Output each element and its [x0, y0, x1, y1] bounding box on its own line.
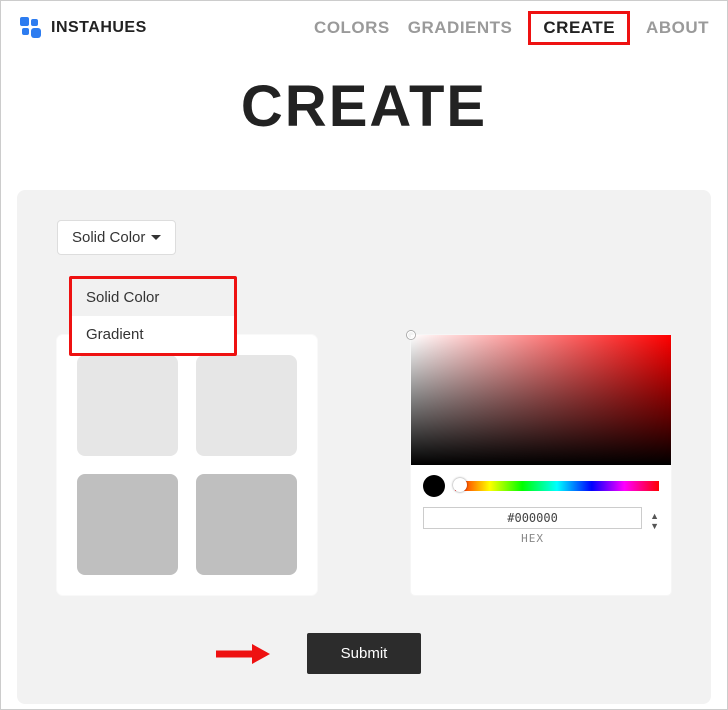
- saturation-value-area[interactable]: [411, 335, 671, 465]
- submit-button[interactable]: Submit: [307, 633, 422, 674]
- palette-grid: [77, 355, 297, 575]
- palette-swatch-1[interactable]: [77, 355, 178, 456]
- palette-swatch-4[interactable]: [196, 474, 297, 575]
- palette-preview-card: [57, 335, 317, 595]
- dropdown-option-solid-color[interactable]: Solid Color: [72, 279, 234, 316]
- palette-swatch-2[interactable]: [196, 355, 297, 456]
- brand-name: INSTAHUES: [51, 19, 147, 37]
- color-type-dropdown[interactable]: Solid Color: [57, 220, 176, 255]
- nav-link-colors[interactable]: COLORS: [314, 18, 390, 38]
- submit-row: Submit: [57, 633, 671, 674]
- nav-link-gradients[interactable]: GRADIENTS: [408, 18, 513, 38]
- color-type-dropdown-menu: Solid Color Gradient: [69, 276, 237, 356]
- hex-format-label: HEX: [423, 532, 642, 545]
- brand-logo-icon: [19, 16, 43, 40]
- page-title: CREATE: [1, 73, 727, 140]
- palette-swatch-3[interactable]: [77, 474, 178, 575]
- brand-logo[interactable]: INSTAHUES: [19, 16, 147, 40]
- nav-link-about[interactable]: ABOUT: [646, 18, 709, 38]
- stepper-up-icon[interactable]: ▲: [650, 512, 659, 521]
- dropdown-option-gradient[interactable]: Gradient: [72, 316, 234, 353]
- stepper-down-icon[interactable]: ▼: [650, 522, 659, 531]
- current-color-preview: [423, 475, 445, 497]
- hue-slider[interactable]: [455, 481, 659, 491]
- workspace: HEX ▲ ▼: [57, 335, 671, 595]
- chevron-down-icon: [151, 235, 161, 240]
- color-picker-card: HEX ▲ ▼: [411, 335, 671, 595]
- hue-row: [411, 465, 671, 505]
- navbar: INSTAHUES COLORS GRADIENTS CREATE ABOUT: [1, 1, 727, 55]
- annotation-arrow-icon: [214, 642, 270, 666]
- hue-slider-thumb[interactable]: [453, 478, 467, 492]
- nav-link-create[interactable]: CREATE: [528, 11, 630, 45]
- hex-row: HEX ▲ ▼: [411, 505, 671, 545]
- hex-input[interactable]: [423, 507, 642, 529]
- saturation-value-cursor[interactable]: [407, 331, 415, 339]
- nav-links: COLORS GRADIENTS CREATE ABOUT: [314, 15, 709, 41]
- format-stepper: ▲ ▼: [650, 512, 659, 531]
- create-panel: Solid Color Solid Color Gradient: [17, 190, 711, 704]
- color-type-selected: Solid Color: [72, 229, 145, 246]
